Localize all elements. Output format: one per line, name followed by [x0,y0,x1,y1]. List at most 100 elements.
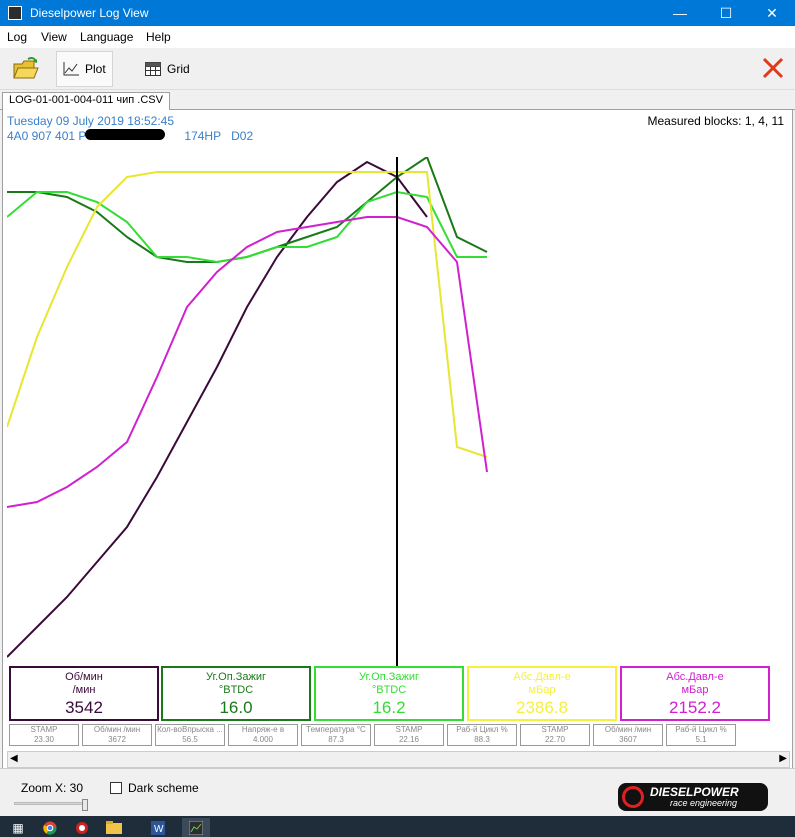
gauge-value: 3542 [65,698,103,717]
log-plot[interactable] [7,157,790,667]
series-line-5 [7,216,488,508]
minibox-label: Кол-воВпрыска ... [157,725,223,734]
minibox-value: 87.3 [328,735,344,744]
minimize-button[interactable]: — [657,0,703,26]
gauge-1[interactable]: Об/мин/мин 3542 [9,666,159,721]
minibox-label: Об/мин /мин [604,725,652,734]
minibox-label: Раб-й Цикл % [675,725,727,734]
plot-icon [63,62,79,76]
minibox-label: Раб-й Цикл % [456,725,508,734]
minibox-2: Об/мин /мин 3672 [82,724,152,746]
grid-icon [145,62,161,76]
svg-text:W: W [154,824,164,835]
vehicle-power: 174HP [184,129,222,143]
open-folder-button[interactable] [6,51,46,87]
minibox-label: STAMP [395,725,423,734]
gauge-name: Об/мин [65,671,103,683]
minibox-1: STAMP 23.30 [9,724,79,746]
menu-language[interactable]: Language [80,30,133,44]
redaction-mark [85,129,165,140]
minibox-value: 88.3 [474,735,490,744]
minibox-value: 3672 [108,735,126,744]
gauge-value: 16.2 [372,698,406,717]
minibox-4: Напряж-е в 4.000 [228,724,298,746]
word-icon[interactable]: W [144,818,172,837]
chrome-icon[interactable] [36,818,64,837]
gauge-3[interactable]: Уг.Оп.Зажиг °BTDC 16.2 [314,666,464,721]
minibox-value: 22.16 [398,735,420,744]
zoom-label: Zoom X: 30 [21,781,84,795]
minibox-label: Напряж-е в [241,725,285,734]
plot-label: Plot [85,62,106,76]
gauge-value: 16.0 [219,698,253,717]
gauge-name: Абс.Давл-е [513,671,571,683]
menu-view[interactable]: View [41,30,67,44]
gauge-unit: мБар [681,684,709,696]
zoom-slider-thumb[interactable] [82,799,88,811]
minibox-5: Темпеpатура °C 87.3 [301,724,371,746]
maximize-button[interactable]: ☐ [703,0,749,26]
vehicle-prefix: 4A0 907 401 P [7,129,87,143]
file-explorer-icon[interactable] [100,818,128,837]
toolbar: Plot Grid [0,48,795,90]
window-titlebar: Dieselpower Log View — ☐ ✕ [0,0,795,26]
gauge-unit: °BTDC [371,684,407,696]
gauge-value: 2152.2 [669,698,721,717]
minibox-value: 56.5 [182,735,198,744]
minibox-10: Раб-й Цикл % 5.1 [666,724,736,746]
window-title: Dieselpower Log View [30,6,149,20]
gauge-name: Уг.Оп.Зажиг [205,671,267,683]
gauge-name: Уг.Оп.Зажиг [358,671,420,683]
close-log-icon[interactable] [761,56,785,80]
gauge-2[interactable]: Уг.Оп.Зажиг °BTDC 16.0 [161,666,311,721]
grid-button[interactable]: Grid [139,51,196,87]
app-red-icon[interactable] [68,818,96,837]
minibox-3: Кол-воВпрыска ... 56.5 [155,724,225,746]
minibox-label: Об/мин /мин [93,725,141,734]
brand-tagline: race engineering [670,798,738,808]
minibox-label: STAMP [541,725,569,734]
turbo-icon [622,786,644,808]
menu-help[interactable]: Help [146,30,171,44]
close-window-button[interactable]: ✕ [749,0,795,26]
series-line-4 [7,171,488,458]
measured-blocks: Measured blocks: 1, 4, 11 [647,114,784,128]
minibox-value: 22.70 [544,735,566,744]
menu-bar: Log View Language Help [0,26,795,48]
minibox-7: Раб-й Цикл % 88.3 [447,724,517,746]
series-line-1 [7,160,428,658]
windows-start-icon[interactable]: ▦ [4,818,32,837]
minibox-value: 4.000 [252,735,274,744]
app-icon [8,6,22,20]
dark-scheme-label: Dark scheme [128,781,199,795]
brand-name: DIESELPOWER [650,785,739,799]
gauge-unit: /мин [72,684,96,696]
gauge-4[interactable]: Абс.Давл-е мБар 2386.8 [467,666,617,721]
scroll-right-icon[interactable]: ▶ [779,753,787,764]
minibox-8: STAMP 22.70 [520,724,590,746]
log-panel: Tuesday 09 July 2019 18:52:45 4A0 907 40… [2,110,793,768]
dark-scheme-checkbox[interactable] [110,782,122,794]
minibox-label: Темпеpатура °C [306,725,366,734]
menu-log[interactable]: Log [7,30,27,44]
plot-button[interactable]: Plot [56,51,113,87]
taskbar: ▦ W [0,816,795,837]
zoom-slider[interactable] [14,799,88,811]
horizontal-scrollbar[interactable]: ◀ ▶ [7,751,790,768]
gauge-name: Абс.Давл-е [666,671,724,683]
log-viewer-task-icon[interactable] [182,818,210,837]
minibox-9: Об/мин /мин 3607 [593,724,663,746]
vehicle-code: D02 [231,129,254,143]
grid-label: Grid [167,62,190,76]
open-folder-icon [13,57,39,79]
dieselpower-logo: DIESELPOWER race engineering [618,783,768,811]
scroll-left-icon[interactable]: ◀ [10,753,18,764]
minibox-label: STAMP [30,725,58,734]
status-bar: Zoom X: 30 Dark scheme DIESELPOWER race … [0,768,795,816]
tab-log-file[interactable]: LOG-01-001-004-011 чип .CSV [2,92,170,111]
gauge-unit: °BTDC [218,684,254,696]
minibox-value: 23.30 [33,735,55,744]
log-date: Tuesday 09 July 2019 18:52:45 [7,114,175,128]
gauge-5[interactable]: Абс.Давл-е мБар 2152.2 [620,666,770,721]
tab-strip: LOG-01-001-004-011 чип .CSV [0,90,795,111]
